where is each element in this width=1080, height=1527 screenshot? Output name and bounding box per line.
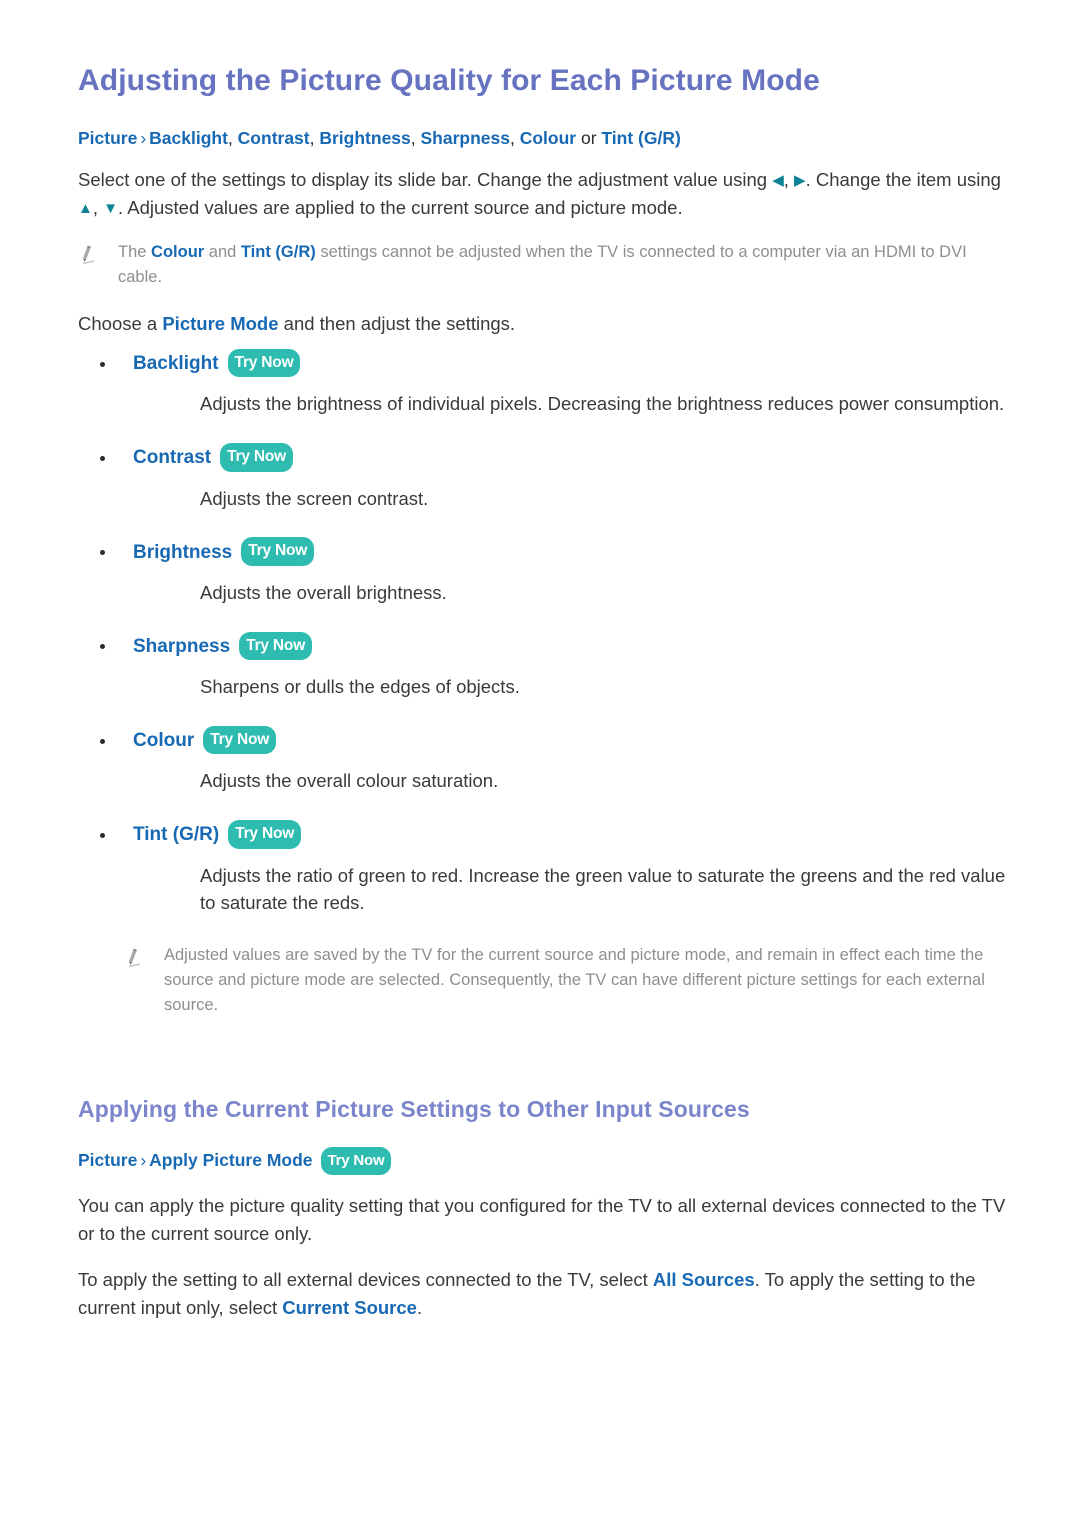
setting-label-sharpness[interactable]: Sharpness: [133, 636, 230, 658]
try-now-badge-apply-picture-mode[interactable]: Try Now: [320, 1147, 392, 1176]
setting-label-tint[interactable]: Tint (G/R): [133, 824, 219, 846]
choose-text-1: Choose a: [78, 312, 163, 334]
note-hdmi-dvi-text: The Colour and Tint (G/R) settings canno…: [118, 240, 1010, 290]
intro-text-1: Select one of the settings to display it…: [78, 169, 773, 190]
note-saved-values: Adjusted values are saved by the TV for …: [78, 943, 1010, 1017]
intro-paragraph: Select one of the settings to display it…: [78, 166, 1010, 222]
breadcrumb-root-2[interactable]: Picture: [78, 1150, 137, 1170]
breadcrumb-separator-icon-2: ›: [140, 1150, 147, 1171]
list-item-header: Backlight Try Now: [78, 348, 1010, 379]
pencil-icon: [78, 240, 104, 265]
intro-text-3: . Adjusted values are applied to the cur…: [118, 197, 683, 219]
setting-label-backlight[interactable]: Backlight: [133, 353, 219, 375]
breadcrumb-item-apply-picture-mode[interactable]: Apply Picture Mode: [149, 1150, 312, 1170]
term-all-sources[interactable]: All Sources: [653, 1269, 755, 1290]
note-term-tint: Tint (G/R): [240, 243, 316, 262]
list-item: Contrast Try Now Adjusts the screen cont…: [78, 443, 1010, 512]
apply-text-3: .: [416, 1297, 423, 1319]
bullet-dot-icon: [100, 738, 105, 744]
list-item-header: Brightness Try Now: [78, 537, 1010, 567]
bullet-dot-icon: [100, 832, 105, 838]
breadcrumb-picture-settings: Picture › Backlight, Contrast, Brightness,…: [78, 127, 681, 148]
setting-description-brightness: Adjusts the overall brightness.: [200, 581, 447, 603]
setting-label-brightness[interactable]: Brightness: [133, 542, 232, 564]
arrow-up-icon: ▲: [78, 200, 93, 218]
breadcrumb-item-contrast[interactable]: Contrast: [238, 128, 310, 148]
pencil-icon: [124, 943, 150, 968]
setting-label-colour[interactable]: Colour: [133, 730, 194, 752]
settings-list: Backlight Try Now Adjusts the brightness…: [78, 348, 1010, 917]
breadcrumb-separator-icon: ›: [140, 127, 147, 148]
breadcrumb-root[interactable]: Picture: [78, 128, 137, 148]
setting-label-contrast[interactable]: Contrast: [133, 447, 211, 469]
list-item-header: Sharpness Try Now: [78, 631, 1010, 662]
list-item: Sharpness Try Now Sharpens or dulls the …: [78, 631, 1010, 701]
setting-description-tint: Adjusts the ratio of green to red. Incre…: [200, 864, 1006, 914]
list-item: Backlight Try Now Adjusts the brightness…: [78, 348, 1010, 418]
choose-picture-mode-paragraph: Choose a Picture Mode and then adjust th…: [78, 310, 1010, 338]
breadcrumb-item-brightness[interactable]: Brightness: [319, 128, 410, 148]
setting-description-sharpness: Sharpens or dulls the edges of objects.: [200, 676, 520, 698]
intro-arrow-comma-2: ,: [92, 197, 104, 219]
page-title: Adjusting the Picture Quality for Each P…: [78, 64, 820, 97]
apply-paragraph-1: You can apply the picture quality settin…: [78, 1195, 1006, 1245]
breadcrumb-item-backlight[interactable]: Backlight: [149, 128, 228, 148]
arrow-right-icon: ▶: [794, 172, 806, 189]
arrow-down-icon: ▼: [103, 200, 118, 218]
choose-text-2: and then adjust the settings.: [278, 312, 516, 334]
note-text-2: and: [204, 243, 241, 262]
document-page: Adjusting the Picture Quality for Each P…: [0, 0, 1080, 1527]
intro-text-2: . Change the item using: [805, 169, 1001, 190]
bullet-dot-icon: [100, 455, 105, 461]
note-term-colour: Colour: [151, 243, 205, 262]
list-item-header: Tint (G/R) Try Now: [78, 820, 1010, 850]
list-item: Colour Try Now Adjusts the overall colou…: [78, 725, 1010, 795]
list-item-header: Colour Try Now: [78, 725, 1010, 756]
bullet-dot-icon: [100, 644, 105, 650]
try-now-badge-contrast[interactable]: Try Now: [220, 443, 294, 472]
note-text-1: The: [118, 243, 152, 262]
breadcrumb-conjunction: or: [580, 127, 597, 148]
breadcrumb-item-tint[interactable]: Tint (G/R): [601, 128, 680, 148]
setting-description-contrast: Adjusts the screen contrast.: [200, 487, 429, 509]
intro-arrow-comma: ,: [783, 169, 795, 190]
bullet-dot-icon: [100, 361, 105, 367]
list-item: Tint (G/R) Try Now Adjusts the ratio of …: [78, 820, 1010, 917]
list-item-header: Contrast Try Now: [78, 443, 1010, 473]
arrow-left-icon: ◀: [772, 172, 784, 189]
note-hdmi-dvi: The Colour and Tint (G/R) settings canno…: [78, 240, 1010, 290]
try-now-badge-backlight[interactable]: Try Now: [227, 348, 301, 378]
try-now-badge-tint[interactable]: Try Now: [228, 820, 302, 849]
breadcrumb-item-colour[interactable]: Colour: [520, 128, 576, 148]
breadcrumb-item-sharpness[interactable]: Sharpness: [421, 128, 510, 148]
term-current-source[interactable]: Current Source: [282, 1297, 417, 1318]
try-now-badge-sharpness[interactable]: Try Now: [239, 631, 313, 661]
setting-description-backlight: Adjusts the brightness of individual pix…: [200, 393, 1005, 415]
bullet-dot-icon: [100, 550, 105, 556]
note-saved-values-text: Adjusted values are saved by the TV for …: [164, 946, 985, 1014]
try-now-badge-colour[interactable]: Try Now: [203, 725, 277, 755]
term-picture-mode[interactable]: Picture Mode: [162, 313, 278, 334]
setting-description-colour: Adjusts the overall colour saturation.: [200, 770, 499, 792]
try-now-badge-brightness[interactable]: Try Now: [241, 537, 315, 566]
section-title-apply-picture: Applying the Current Picture Settings to…: [78, 1096, 750, 1123]
breadcrumb-apply-picture-mode: Picture › Apply Picture Mode Try Now: [78, 1147, 1010, 1176]
list-item: Brightness Try Now Adjusts the overall b…: [78, 537, 1010, 606]
apply-paragraph-2: To apply the setting to all external dev…: [78, 1266, 1010, 1322]
apply-text-1: To apply the setting to all external dev…: [78, 1269, 653, 1291]
